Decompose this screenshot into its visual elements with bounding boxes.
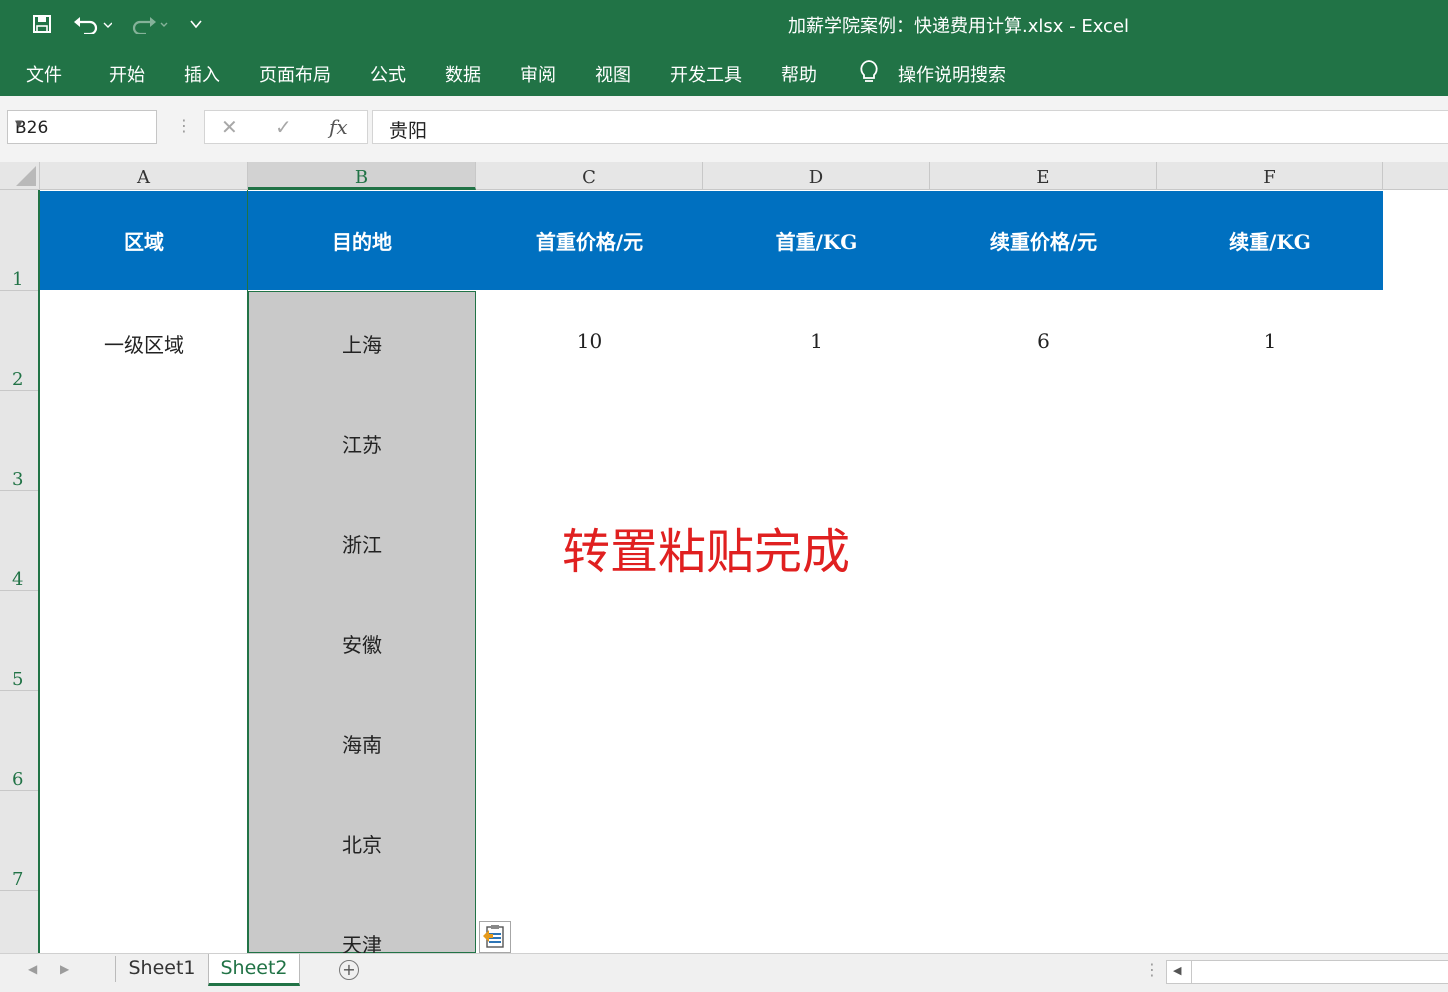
- row-header-7[interactable]: 7: [0, 791, 39, 891]
- header-cell-next-weight[interactable]: 续重/KG: [1157, 191, 1383, 290]
- cell-b4[interactable]: 浙江: [248, 529, 476, 558]
- row-number: 5: [12, 669, 24, 690]
- column-header-e[interactable]: E: [930, 162, 1157, 190]
- formula-value: 贵阳: [389, 120, 428, 142]
- formula-input[interactable]: 贵阳: [372, 110, 1448, 144]
- header-cell-first-weight[interactable]: 首重/KG: [703, 191, 930, 290]
- row-number: 2: [12, 369, 24, 390]
- undo-icon[interactable]: [70, 10, 114, 38]
- cell-d2[interactable]: 1: [703, 329, 930, 353]
- cell-e2[interactable]: 6: [930, 329, 1157, 353]
- save-icon[interactable]: [28, 10, 56, 38]
- customize-icon[interactable]: [184, 10, 208, 38]
- cell-c2[interactable]: 10: [476, 329, 703, 353]
- tab-formulas[interactable]: 公式: [370, 61, 406, 87]
- row-number: 6: [12, 769, 24, 790]
- row-number: 1: [12, 269, 24, 290]
- name-box[interactable]: B26 ▼: [7, 110, 157, 144]
- header-cell-region[interactable]: 区域: [40, 191, 248, 290]
- tab-data[interactable]: 数据: [445, 61, 481, 87]
- horizontal-scrollbar[interactable]: ◀: [1166, 960, 1448, 984]
- row-header-5[interactable]: 5: [0, 591, 39, 691]
- redo-icon[interactable]: [126, 10, 170, 38]
- ribbon-tabs: 文件 开始 插入 页面布局 公式 数据 审阅 视图 开发工具 帮助 操作说明搜索: [0, 48, 1448, 96]
- column-header-b[interactable]: B: [248, 162, 476, 190]
- insert-function-icon[interactable]: fx: [329, 115, 348, 139]
- tab-view[interactable]: 视图: [595, 61, 631, 87]
- row-number: 3: [12, 469, 24, 490]
- row-header-3[interactable]: 3: [0, 391, 39, 491]
- formula-buttons: ✕ ✓ fx: [204, 110, 368, 144]
- header-cell-destination[interactable]: 目的地: [248, 191, 476, 290]
- cell-b5[interactable]: 安徽: [248, 629, 476, 658]
- tab-help[interactable]: 帮助: [781, 61, 817, 87]
- add-sheet-icon[interactable]: +: [339, 960, 359, 980]
- row-number: 4: [12, 569, 24, 590]
- cell-b2[interactable]: 上海: [248, 329, 476, 358]
- paste-options-icon[interactable]: [479, 921, 511, 953]
- cell-b7[interactable]: 北京: [248, 829, 476, 858]
- cancel-icon[interactable]: ✕: [221, 115, 238, 139]
- row-header-2[interactable]: 2: [0, 291, 39, 391]
- tab-review[interactable]: 审阅: [520, 61, 556, 87]
- sheet-tab-bar: ◀ ▶ Sheet1 Sheet2 + ⋮ ◀: [0, 953, 1448, 992]
- formula-bar: B26 ▼ ⋮ ✕ ✓ fx 贵阳: [0, 96, 1448, 162]
- row-header-1[interactable]: 1: [0, 190, 39, 291]
- column-header-a[interactable]: A: [40, 162, 248, 190]
- scroll-right-icon[interactable]: ▶: [60, 962, 69, 976]
- column-header-c[interactable]: C: [476, 162, 703, 190]
- row-header-4[interactable]: 4: [0, 491, 39, 591]
- document-title: 加薪学院案例：快递费用计算.xlsx - Excel: [788, 16, 1130, 37]
- header-cell-next-price[interactable]: 续重价格/元: [930, 191, 1157, 290]
- column-header-f[interactable]: F: [1157, 162, 1383, 190]
- tab-insert[interactable]: 插入: [184, 61, 220, 87]
- sheet-tab-sheet1[interactable]: Sheet1: [116, 954, 208, 986]
- column-header-filler: [1383, 162, 1448, 190]
- sheet-tab-sheet2[interactable]: Sheet2: [208, 954, 300, 986]
- cell-a2[interactable]: 一级区域: [40, 329, 248, 358]
- scroll-left-icon[interactable]: ◀: [28, 962, 37, 976]
- scrollbar-divider: [1191, 961, 1192, 983]
- tab-home[interactable]: 开始: [109, 61, 145, 87]
- cell-f2[interactable]: 1: [1157, 329, 1383, 353]
- row-header-8[interactable]: [0, 891, 39, 953]
- tab-page-layout[interactable]: 页面布局: [259, 61, 331, 87]
- chevron-down-icon[interactable]: ▼: [15, 119, 148, 130]
- tab-file[interactable]: 文件: [26, 61, 62, 87]
- tell-me-search[interactable]: 操作说明搜索: [898, 61, 1006, 87]
- tab-developer[interactable]: 开发工具: [670, 61, 742, 87]
- row-header-6[interactable]: 6: [0, 691, 39, 791]
- split-handle-icon[interactable]: ⋮: [1144, 960, 1160, 979]
- enter-icon[interactable]: ✓: [275, 115, 292, 139]
- row-number: 7: [12, 869, 24, 890]
- title-bar: 加薪学院案例：快递费用计算.xlsx - Excel: [0, 0, 1448, 48]
- header-cell-first-price[interactable]: 首重价格/元: [476, 191, 703, 290]
- cell-b6[interactable]: 海南: [248, 729, 476, 758]
- annotation-text: 转置粘贴完成: [562, 524, 851, 580]
- column-header-d[interactable]: D: [703, 162, 930, 190]
- lightbulb-icon[interactable]: [858, 59, 880, 90]
- drag-handle-icon[interactable]: ⋮: [176, 116, 192, 135]
- scroll-left-arrow-icon[interactable]: ◀: [1173, 964, 1181, 977]
- cell-b3[interactable]: 江苏: [248, 429, 476, 458]
- row-header-border: [38, 190, 40, 953]
- select-all-button[interactable]: [0, 162, 40, 190]
